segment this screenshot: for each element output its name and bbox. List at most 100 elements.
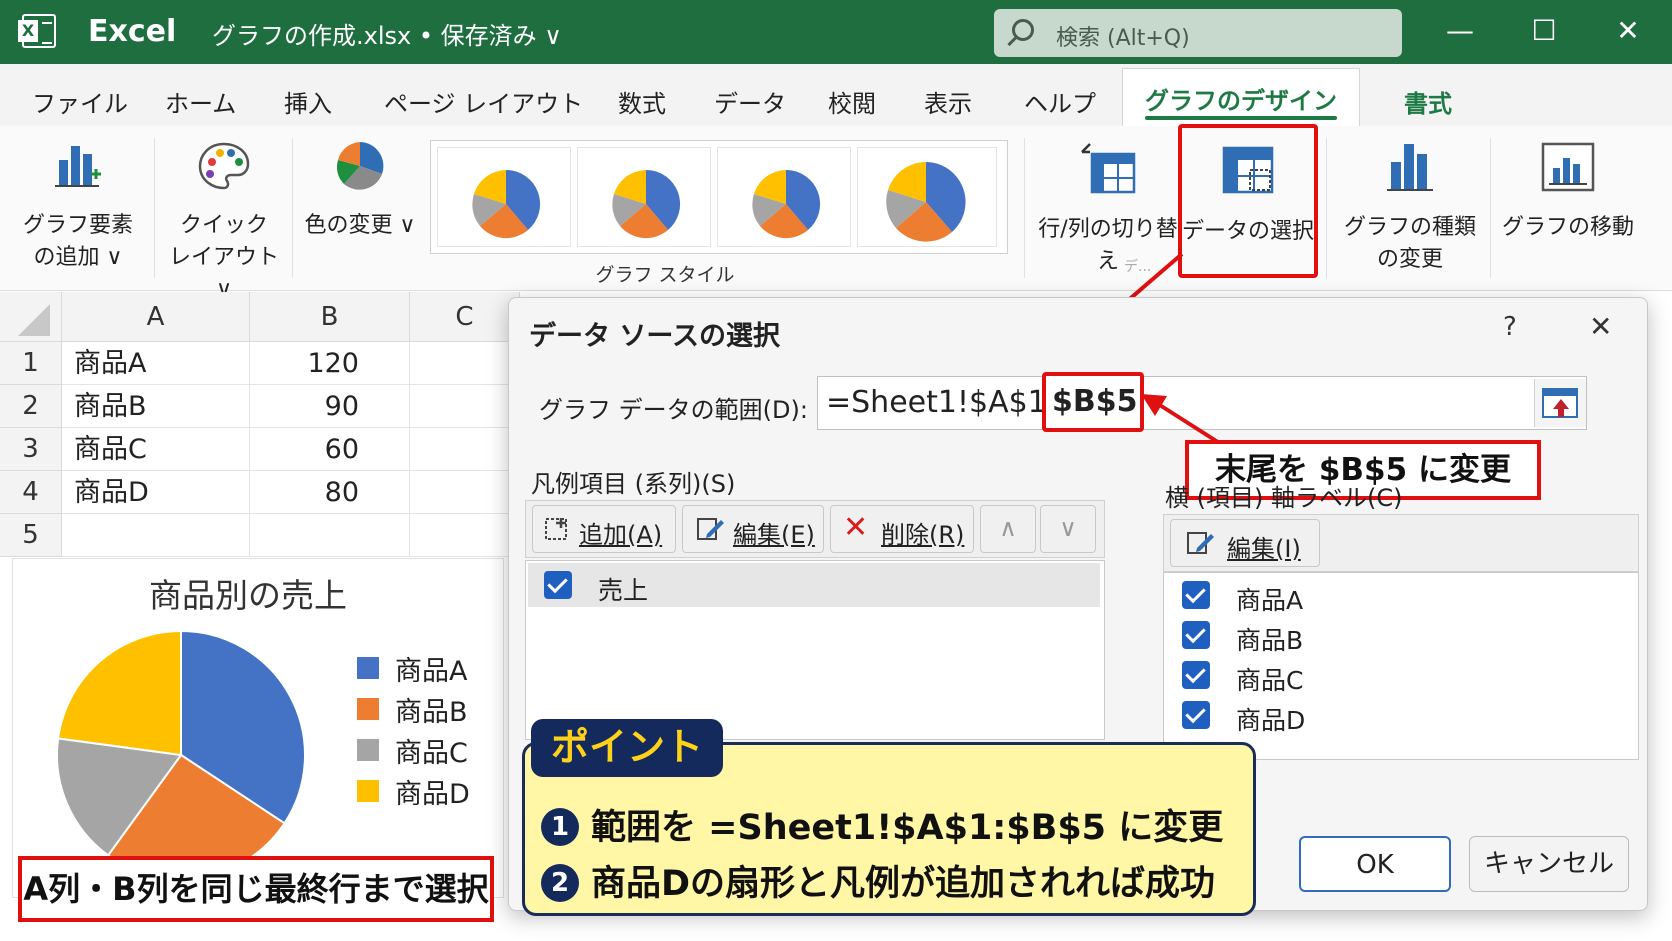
axis-label-item[interactable]: 商品B	[1164, 615, 1634, 655]
pie-plot	[56, 629, 306, 880]
cell-a2[interactable]: 商品B	[62, 385, 250, 428]
column-header-a[interactable]: A	[62, 292, 250, 342]
cell-c2[interactable]	[410, 385, 520, 428]
range-end-highlight: $B$5	[1042, 372, 1144, 432]
axis-label-item[interactable]: 商品C	[1164, 655, 1634, 695]
row-header[interactable]: 5	[0, 514, 62, 557]
legend-item[interactable]: 商品B	[357, 690, 497, 731]
series-item[interactable]: 売上	[528, 563, 1100, 607]
cell-a1[interactable]: 商品A	[62, 342, 250, 385]
quick-layout-button[interactable]: クイック レイアウト ∨	[164, 140, 284, 306]
tab-file[interactable]: ファイル	[32, 84, 128, 119]
chart-style-3[interactable]	[717, 147, 851, 247]
change-colors-button[interactable]: 色の変更 ∨	[300, 140, 420, 242]
axis-label-checkbox[interactable]	[1182, 621, 1210, 649]
column-header-b[interactable]: B	[250, 292, 410, 342]
select-data-button[interactable]: データの選択	[1178, 124, 1318, 278]
add-series-label: 追加(A)	[579, 521, 663, 549]
dialog-close-button[interactable]: ✕	[1589, 310, 1612, 343]
tab-view[interactable]: 表示	[924, 84, 972, 119]
tab-help[interactable]: ヘルプ	[1024, 84, 1096, 119]
maximize-button[interactable]: ☐	[1524, 14, 1564, 47]
legend-item[interactable]: 商品C	[357, 731, 497, 772]
tab-formulas[interactable]: 数式	[618, 84, 666, 119]
move-chart-button[interactable]: グラフの移動	[1500, 140, 1636, 244]
excel-logo-icon	[18, 14, 56, 48]
chart-style-1[interactable]	[437, 147, 571, 247]
tab-data[interactable]: データ	[714, 84, 786, 119]
ribbon-divider	[1024, 138, 1025, 278]
legend-swatch	[357, 780, 379, 802]
ribbon-divider	[1326, 138, 1327, 278]
point-item-1: 1 範囲を =Sheet1!$A$1:$B$5 に変更	[541, 799, 1223, 850]
range-label: グラフ データの範囲(D):	[539, 396, 808, 424]
cell-b3[interactable]: 60	[250, 428, 410, 471]
cell-b2[interactable]: 90	[250, 385, 410, 428]
search-box[interactable]: 検索 (Alt+Q)	[994, 9, 1402, 57]
cell-a5[interactable]	[62, 514, 250, 557]
legend-item[interactable]: 商品D	[357, 772, 497, 813]
document-title[interactable]: グラフの作成.xlsx • 保存済み ∨	[212, 16, 562, 51]
axis-label-checkbox[interactable]	[1182, 701, 1210, 729]
cell-c3[interactable]	[410, 428, 520, 471]
tab-chart-design[interactable]: グラフのデザイン	[1122, 68, 1360, 126]
add-chart-element-button[interactable]: グラフ要素 の追加 ∨	[18, 140, 138, 274]
axis-label-checkbox[interactable]	[1182, 581, 1210, 609]
add-element-line2: の追加 ∨	[33, 245, 123, 270]
axis-label-item[interactable]: 商品D	[1164, 695, 1634, 735]
cell-c1[interactable]	[410, 342, 520, 385]
chart-style-4[interactable]	[857, 147, 997, 247]
cell-c5[interactable]	[410, 514, 520, 557]
cell-b4[interactable]: 80	[250, 471, 410, 514]
help-button[interactable]: ?	[1503, 312, 1517, 342]
axis-label-text: 商品D	[1236, 706, 1306, 735]
tab-home[interactable]: ホーム	[165, 84, 236, 119]
legend-swatch	[357, 739, 379, 761]
ribbon: グラフ要素 の追加 ∨ クイック レイアウト ∨ 色の変更 ∨ グラフ スタイル…	[0, 124, 1672, 302]
axis-label-item[interactable]: 商品A	[1164, 575, 1634, 615]
tab-review[interactable]: 校閲	[828, 84, 876, 119]
add-series-button[interactable]: 追加(A)	[532, 505, 676, 553]
legend-item[interactable]: 商品A	[357, 649, 497, 690]
move-down-button[interactable]: ∨	[1040, 505, 1096, 553]
chart-style-2[interactable]	[577, 147, 711, 247]
pie-chart[interactable]: 商品別の売上 商品A 商品B 商品C 商品D	[12, 558, 504, 898]
cell-b5[interactable]	[250, 514, 410, 557]
axis-label-list: 商品A 商品B 商品C 商品D	[1163, 572, 1639, 760]
cell-b1[interactable]: 120	[250, 342, 410, 385]
search-icon	[1012, 19, 1034, 41]
style-pie-thumb	[752, 169, 821, 239]
row-header[interactable]: 3	[0, 428, 62, 471]
tab-insert[interactable]: 挿入	[284, 84, 332, 119]
change-chart-type-button[interactable]: グラフの種類 の変更	[1340, 140, 1480, 276]
minimize-button[interactable]: —	[1440, 14, 1480, 47]
tab-page-layout[interactable]: ページ レイアウト	[384, 84, 583, 119]
axis-toolbar: 編集(I)	[1163, 514, 1639, 572]
row-header[interactable]: 4	[0, 471, 62, 514]
point-item-text: 商品Dの扇形と凡例が追加されれば成功	[591, 864, 1216, 904]
switch-row-column-icon	[1081, 143, 1136, 194]
move-up-button[interactable]: ∧	[980, 505, 1036, 553]
delete-series-button[interactable]: ✕ 削除(R)	[830, 505, 974, 553]
axis-label-checkbox[interactable]	[1182, 661, 1210, 689]
cell-a3[interactable]: 商品C	[62, 428, 250, 471]
edit-series-button[interactable]: 編集(E)	[682, 505, 824, 553]
row-header[interactable]: 2	[0, 385, 62, 428]
cell-a4[interactable]: 商品D	[62, 471, 250, 514]
column-header-c[interactable]: C	[410, 292, 520, 342]
legend-swatch	[357, 698, 379, 720]
search-placeholder: 検索 (Alt+Q)	[1056, 26, 1190, 51]
collapse-range-button[interactable]	[1534, 379, 1586, 427]
select-all-corner[interactable]	[0, 292, 62, 342]
app-name: Excel	[88, 14, 177, 49]
ok-button[interactable]: OK	[1299, 836, 1451, 892]
close-window-button[interactable]: ✕	[1608, 14, 1648, 47]
row-header[interactable]: 1	[0, 342, 62, 385]
tab-format[interactable]: 書式	[1404, 84, 1452, 119]
cell-c4[interactable]	[410, 471, 520, 514]
series-checkbox[interactable]	[544, 571, 572, 599]
pie-slice-4[interactable]	[56, 629, 182, 757]
cancel-button[interactable]: キャンセル	[1469, 836, 1629, 892]
edit-axis-labels-button[interactable]: 編集(I)	[1170, 519, 1320, 567]
chart-title: 商品別の売上	[149, 576, 347, 615]
